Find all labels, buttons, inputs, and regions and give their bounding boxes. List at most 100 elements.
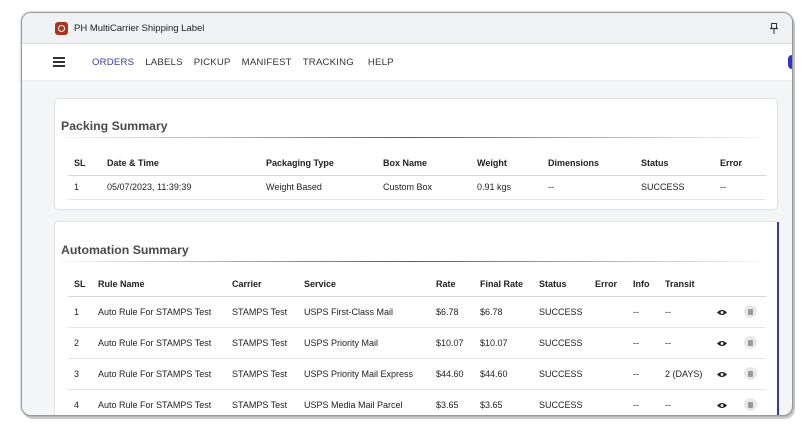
pin-icon[interactable]: [770, 23, 778, 34]
cell-sl: 1: [68, 175, 101, 200]
cell-status: SUCCESS: [533, 327, 589, 359]
cell-final-rate: $10.07: [474, 327, 533, 359]
cell-document: [738, 296, 766, 328]
cell-error: [589, 296, 627, 328]
eye-icon[interactable]: [717, 402, 727, 409]
cell-error: [589, 389, 627, 415]
title-bar: PH MultiCarrier Shipping Label: [22, 13, 792, 44]
cell-rate: $44.60: [430, 358, 474, 390]
col-header: Info: [627, 272, 659, 297]
cell-rule-name: Auto Rule For STAMPS Test: [92, 296, 226, 328]
cell-final-rate: $44.60: [474, 358, 533, 390]
cell-packaging-type: Weight Based: [260, 175, 377, 200]
cell-final-rate: $3.65: [474, 389, 533, 415]
nav-tracking[interactable]: TRACKING: [303, 57, 354, 68]
col-header: Transit: [659, 272, 711, 297]
eye-icon[interactable]: [717, 371, 727, 378]
cell-view: [711, 389, 738, 415]
cell-box-name: Custom Box: [377, 175, 471, 200]
col-header: Rule Name: [92, 272, 226, 297]
cell-carrier: STAMPS Test: [226, 389, 298, 415]
cell-service: USPS First-Class Mail: [298, 296, 430, 328]
nav-orders[interactable]: ORDERS: [92, 57, 134, 68]
col-header: SL: [68, 151, 101, 176]
cell-sl: 2: [68, 327, 92, 359]
cell-rule-name: Auto Rule For STAMPS Test: [92, 389, 226, 415]
automation-summary-table: SL Rule Name Carrier Service Rate Final …: [68, 272, 766, 415]
nav-tabs: ORDERS LABELS PICKUP MANIFEST TRACKING H…: [92, 44, 405, 81]
cell-date-time: 05/07/2023, 11:39:39: [101, 175, 260, 200]
cell-transit: --: [659, 389, 711, 415]
cell-document: [738, 327, 766, 359]
eye-icon[interactable]: [717, 340, 727, 347]
col-header: Weight: [471, 151, 542, 176]
cell-status: SUCCESS: [533, 296, 589, 328]
nav-manifest[interactable]: MANIFEST: [242, 57, 292, 68]
window-title: PH MultiCarrier Shipping Label: [74, 22, 205, 34]
table-row: 1 05/07/2023, 11:39:39 Weight Based Cust…: [68, 175, 766, 200]
col-header: Status: [635, 151, 714, 176]
document-icon[interactable]: [744, 305, 757, 318]
cell-rule-name: Auto Rule For STAMPS Test: [92, 327, 226, 359]
col-header: Error: [714, 151, 766, 176]
nav-help[interactable]: HELP: [368, 57, 394, 68]
col-header: Dimensions: [542, 151, 635, 176]
table-row: 4 Auto Rule For STAMPS Test STAMPS Test …: [68, 389, 766, 415]
cell-document: [738, 389, 766, 415]
cell-final-rate: $6.78: [474, 296, 533, 328]
document-icon[interactable]: [744, 367, 757, 380]
cell-info: --: [627, 389, 659, 415]
title-divider: [61, 137, 761, 138]
col-header: Status: [533, 272, 589, 297]
document-icon[interactable]: [744, 398, 757, 411]
nav-pickup[interactable]: PICKUP: [194, 57, 231, 68]
col-header: Rate: [430, 272, 474, 297]
cell-view: [711, 296, 738, 328]
cell-service: USPS Priority Mail: [298, 327, 430, 359]
cell-status: SUCCESS: [533, 389, 589, 415]
automation-summary-card: Automation Summary SL Rule Name Carrier …: [54, 221, 779, 415]
cell-error: [589, 327, 627, 359]
cell-carrier: STAMPS Test: [226, 296, 298, 328]
cell-document: [738, 358, 766, 390]
cell-dimensions: --: [542, 175, 635, 200]
cell-transit: --: [659, 327, 711, 359]
top-navigation: ORDERS LABELS PICKUP MANIFEST TRACKING H…: [22, 44, 792, 81]
cell-carrier: STAMPS Test: [226, 358, 298, 390]
cell-status: SUCCESS: [533, 358, 589, 390]
col-header: Date & Time: [101, 151, 260, 176]
cell-weight: 0.91 kgs: [471, 175, 542, 200]
side-panel-handle[interactable]: [788, 55, 792, 69]
cell-service: USPS Priority Mail Express: [298, 358, 430, 390]
col-header-actions: [738, 272, 766, 297]
cell-sl: 3: [68, 358, 92, 390]
col-header: Service: [298, 272, 430, 297]
cell-info: --: [627, 358, 659, 390]
col-header: Error: [589, 272, 627, 297]
cell-error: [589, 358, 627, 390]
col-header: Carrier: [226, 272, 298, 297]
col-header-actions: [711, 272, 738, 297]
col-header: SL: [68, 272, 92, 297]
col-header: Final Rate: [474, 272, 533, 297]
cell-transit: 2 (DAYS): [659, 358, 711, 390]
packing-summary-card: Packing Summary SL Date & Time Packaging…: [54, 98, 778, 210]
document-icon[interactable]: [744, 336, 757, 349]
cell-transit: --: [659, 296, 711, 328]
cell-status: SUCCESS: [635, 175, 714, 200]
table-header-row: SL Date & Time Packaging Type Box Name W…: [68, 151, 766, 176]
title-divider: [61, 261, 761, 262]
cell-info: --: [627, 296, 659, 328]
cell-carrier: STAMPS Test: [226, 327, 298, 359]
cell-rate: $6.78: [430, 296, 474, 328]
col-header: Packaging Type: [260, 151, 377, 176]
automation-summary-title: Automation Summary: [61, 243, 189, 257]
nav-labels[interactable]: LABELS: [145, 57, 182, 68]
menu-icon[interactable]: [53, 57, 65, 67]
cell-view: [711, 358, 738, 390]
cell-error: --: [714, 175, 766, 200]
table-row: 3 Auto Rule For STAMPS Test STAMPS Test …: [68, 358, 766, 390]
eye-icon[interactable]: [717, 309, 727, 316]
cell-sl: 4: [68, 389, 92, 415]
app-window: PH MultiCarrier Shipping Label ORDERS LA…: [21, 12, 793, 416]
